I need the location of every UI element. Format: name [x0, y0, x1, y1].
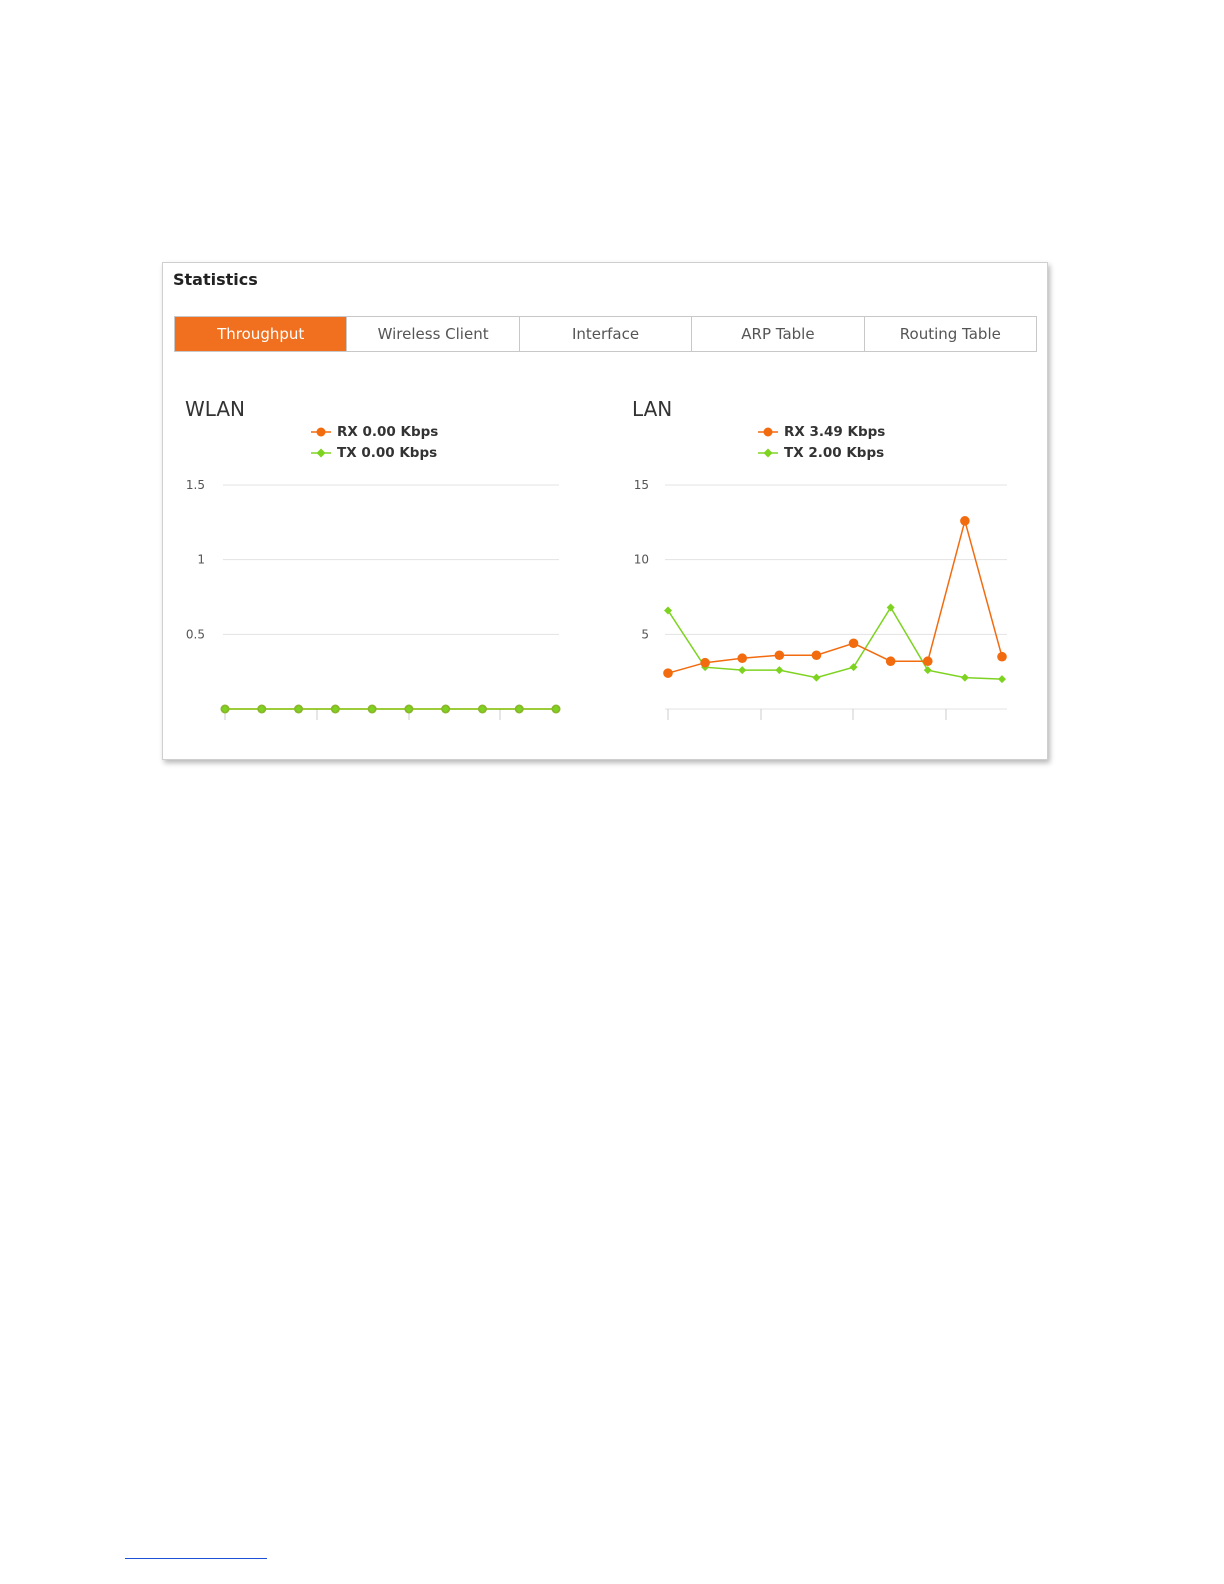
- wlan-chart-title: WLAN: [185, 397, 246, 421]
- lan-legend-rx-label: RX 3.49 Kbps: [784, 424, 886, 440]
- lan-chart-title: LAN: [632, 397, 673, 421]
- lan-legend-rx: RX 3.49 Kbps: [758, 424, 885, 440]
- panel-title: Statistics: [173, 270, 258, 289]
- lan-rx-point: [848, 638, 859, 649]
- lan-rx-point: [960, 516, 970, 526]
- lan-rx-point: [737, 653, 748, 664]
- wlan-ytick-label: 1: [197, 553, 205, 567]
- tab-interface[interactable]: Interface: [518, 317, 692, 351]
- lan-ytick-label: 5: [641, 627, 649, 641]
- lan-rx-line: [667, 517, 1003, 674]
- wlan-legend-tx-label: TX 0.00 Kbps: [337, 445, 438, 461]
- lan-tx-point: [960, 673, 969, 682]
- wlan-chart: 0.5 1 1.5: [186, 478, 561, 720]
- lan-rx-point: [922, 656, 933, 667]
- tab-routing-table[interactable]: Routing Table: [863, 317, 1037, 351]
- lan-rx-point: [700, 657, 710, 668]
- lan-tx-point: [812, 673, 821, 682]
- lan-rx-point: [811, 650, 822, 661]
- footnote-separator-line: [125, 1558, 267, 1559]
- lan-rx-point: [663, 668, 673, 678]
- lan-rx-point: [885, 656, 896, 667]
- lan-rx-point: [997, 651, 1007, 662]
- wlan-legend-rx: RX 0.00 Kbps: [311, 424, 438, 440]
- lan-tx-point: [775, 666, 784, 675]
- tab-wireless-client[interactable]: Wireless Client: [346, 317, 519, 351]
- rx-legend-marker-icon: [758, 427, 778, 437]
- wlan-ytick-label: 1.5: [186, 478, 205, 492]
- rx-legend-marker-icon: [311, 427, 331, 437]
- wlan-legend-tx: TX 0.00 Kbps: [311, 445, 437, 461]
- lan-tx-point: [664, 606, 672, 615]
- wlan-ytick-label: 0.5: [186, 627, 205, 641]
- lan-chart: 5 10 15: [634, 478, 1007, 720]
- lan-tx-point: [738, 666, 747, 675]
- statistics-panel: Statistics Throughput Wireless Client In…: [162, 262, 1048, 760]
- lan-tx-point: [886, 603, 895, 612]
- tab-throughput[interactable]: Throughput: [175, 317, 347, 351]
- lan-tx-line: [667, 606, 1003, 680]
- tx-legend-marker-icon: [311, 448, 331, 458]
- tx-legend-marker-icon: [758, 448, 778, 458]
- lan-ytick-label: 10: [634, 553, 649, 567]
- tab-arp-table[interactable]: ARP Table: [691, 317, 864, 351]
- lan-legend-tx: TX 2.00 Kbps: [758, 445, 884, 461]
- lan-ytick-label: 15: [634, 478, 649, 492]
- lan-tx-point: [923, 666, 932, 675]
- tab-bar: Throughput Wireless Client Interface ARP…: [174, 316, 1037, 352]
- lan-legend-tx-label: TX 2.00 Kbps: [784, 445, 885, 461]
- lan-tx-point: [998, 675, 1006, 684]
- wlan-legend-rx-label: RX 0.00 Kbps: [337, 424, 439, 440]
- lan-rx-point: [774, 650, 785, 661]
- lan-tx-point: [849, 663, 858, 672]
